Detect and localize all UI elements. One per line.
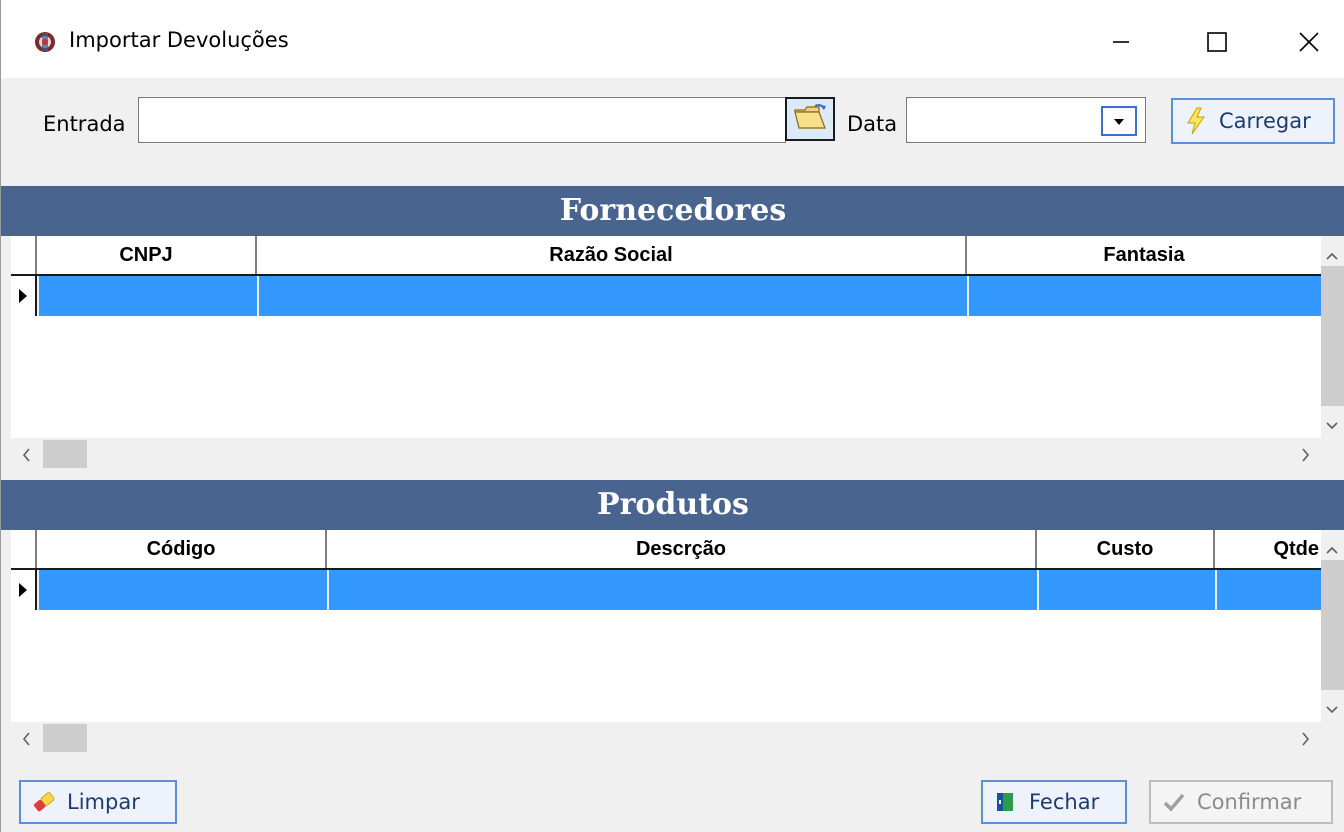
fornecedores-header: Fornecedores bbox=[1, 186, 1344, 236]
minimize-button[interactable] bbox=[1091, 18, 1151, 66]
chevron-down-icon bbox=[1112, 112, 1126, 131]
entrada-label: Entrada bbox=[43, 112, 126, 136]
column-header-fantasia[interactable]: Fantasia bbox=[965, 236, 1321, 274]
import-returns-window: Importar Devoluções Entrada Data Carrega… bbox=[0, 0, 1344, 832]
column-header-descricao[interactable]: Descrção bbox=[325, 530, 1035, 568]
cell-fantasia[interactable] bbox=[967, 276, 1321, 316]
fornecedores-grid[interactable]: CNPJ Razão Social Fantasia bbox=[11, 236, 1344, 438]
column-header-qtde[interactable]: Qtde bbox=[1213, 530, 1321, 568]
entrada-input[interactable] bbox=[138, 97, 786, 143]
lightning-icon bbox=[1183, 107, 1209, 135]
confirmar-button[interactable]: Confirmar bbox=[1149, 780, 1333, 824]
scroll-right-icon[interactable] bbox=[1301, 444, 1311, 468]
scroll-down-icon[interactable] bbox=[1325, 412, 1339, 436]
scroll-down-icon[interactable] bbox=[1325, 696, 1339, 720]
vertical-scroll-thumb[interactable] bbox=[1321, 560, 1344, 690]
scroll-up-icon[interactable] bbox=[1325, 242, 1339, 266]
folder-open-icon bbox=[793, 102, 827, 136]
fornecedores-vertical-scrollbar[interactable] bbox=[1321, 236, 1344, 438]
row-indicator-icon bbox=[11, 570, 37, 610]
produtos-header: Produtos bbox=[1, 480, 1344, 530]
produtos-horizontal-scrollbar[interactable] bbox=[11, 722, 1344, 754]
limpar-button[interactable]: Limpar bbox=[19, 780, 177, 824]
cell-cnpj[interactable] bbox=[37, 276, 257, 316]
app-icon bbox=[33, 30, 57, 54]
confirmar-label: Confirmar bbox=[1197, 790, 1302, 814]
column-header-cnpj[interactable]: CNPJ bbox=[35, 236, 255, 274]
table-row[interactable] bbox=[11, 276, 1344, 316]
fechar-button[interactable]: Fechar bbox=[981, 780, 1127, 824]
cell-descricao[interactable] bbox=[327, 570, 1037, 610]
eraser-icon bbox=[31, 789, 57, 815]
checkmark-icon bbox=[1161, 789, 1187, 815]
scroll-left-icon[interactable] bbox=[21, 444, 31, 468]
produtos-vertical-scrollbar[interactable] bbox=[1321, 530, 1344, 722]
limpar-label: Limpar bbox=[67, 790, 140, 814]
cell-qtde[interactable] bbox=[1215, 570, 1321, 610]
carregar-button[interactable]: Carregar bbox=[1171, 98, 1335, 144]
close-button[interactable] bbox=[1279, 18, 1339, 66]
row-indicator-icon bbox=[11, 276, 37, 316]
carregar-label: Carregar bbox=[1219, 109, 1311, 133]
horizontal-scroll-thumb[interactable] bbox=[43, 440, 87, 468]
window-title: Importar Devoluções bbox=[69, 28, 289, 52]
fornecedores-horizontal-scrollbar[interactable] bbox=[11, 438, 1344, 470]
scroll-right-icon[interactable] bbox=[1301, 728, 1311, 752]
scroll-up-icon[interactable] bbox=[1325, 536, 1339, 560]
cell-razao-social[interactable] bbox=[257, 276, 967, 316]
cell-codigo[interactable] bbox=[37, 570, 327, 610]
browse-folder-button[interactable] bbox=[785, 97, 835, 141]
title-bar: Importar Devoluções bbox=[1, 0, 1344, 78]
produtos-grid[interactable]: Código Descrção Custo Qtde bbox=[11, 530, 1344, 722]
produtos-grid-header: Código Descrção Custo Qtde bbox=[11, 530, 1344, 570]
maximize-button[interactable] bbox=[1187, 18, 1247, 66]
fornecedores-grid-header: CNPJ Razão Social Fantasia bbox=[11, 236, 1344, 276]
fechar-label: Fechar bbox=[1029, 790, 1100, 814]
column-header-razao-social[interactable]: Razão Social bbox=[255, 236, 965, 274]
cell-custo[interactable] bbox=[1037, 570, 1215, 610]
column-header-codigo[interactable]: Código bbox=[35, 530, 325, 568]
data-label: Data bbox=[847, 112, 898, 136]
door-exit-icon bbox=[993, 789, 1019, 815]
column-header-custo[interactable]: Custo bbox=[1035, 530, 1213, 568]
date-dropdown-button[interactable] bbox=[1101, 106, 1137, 136]
table-row[interactable] bbox=[11, 570, 1344, 610]
scroll-left-icon[interactable] bbox=[21, 728, 31, 752]
horizontal-scroll-thumb[interactable] bbox=[43, 724, 87, 752]
vertical-scroll-thumb[interactable] bbox=[1321, 266, 1344, 406]
